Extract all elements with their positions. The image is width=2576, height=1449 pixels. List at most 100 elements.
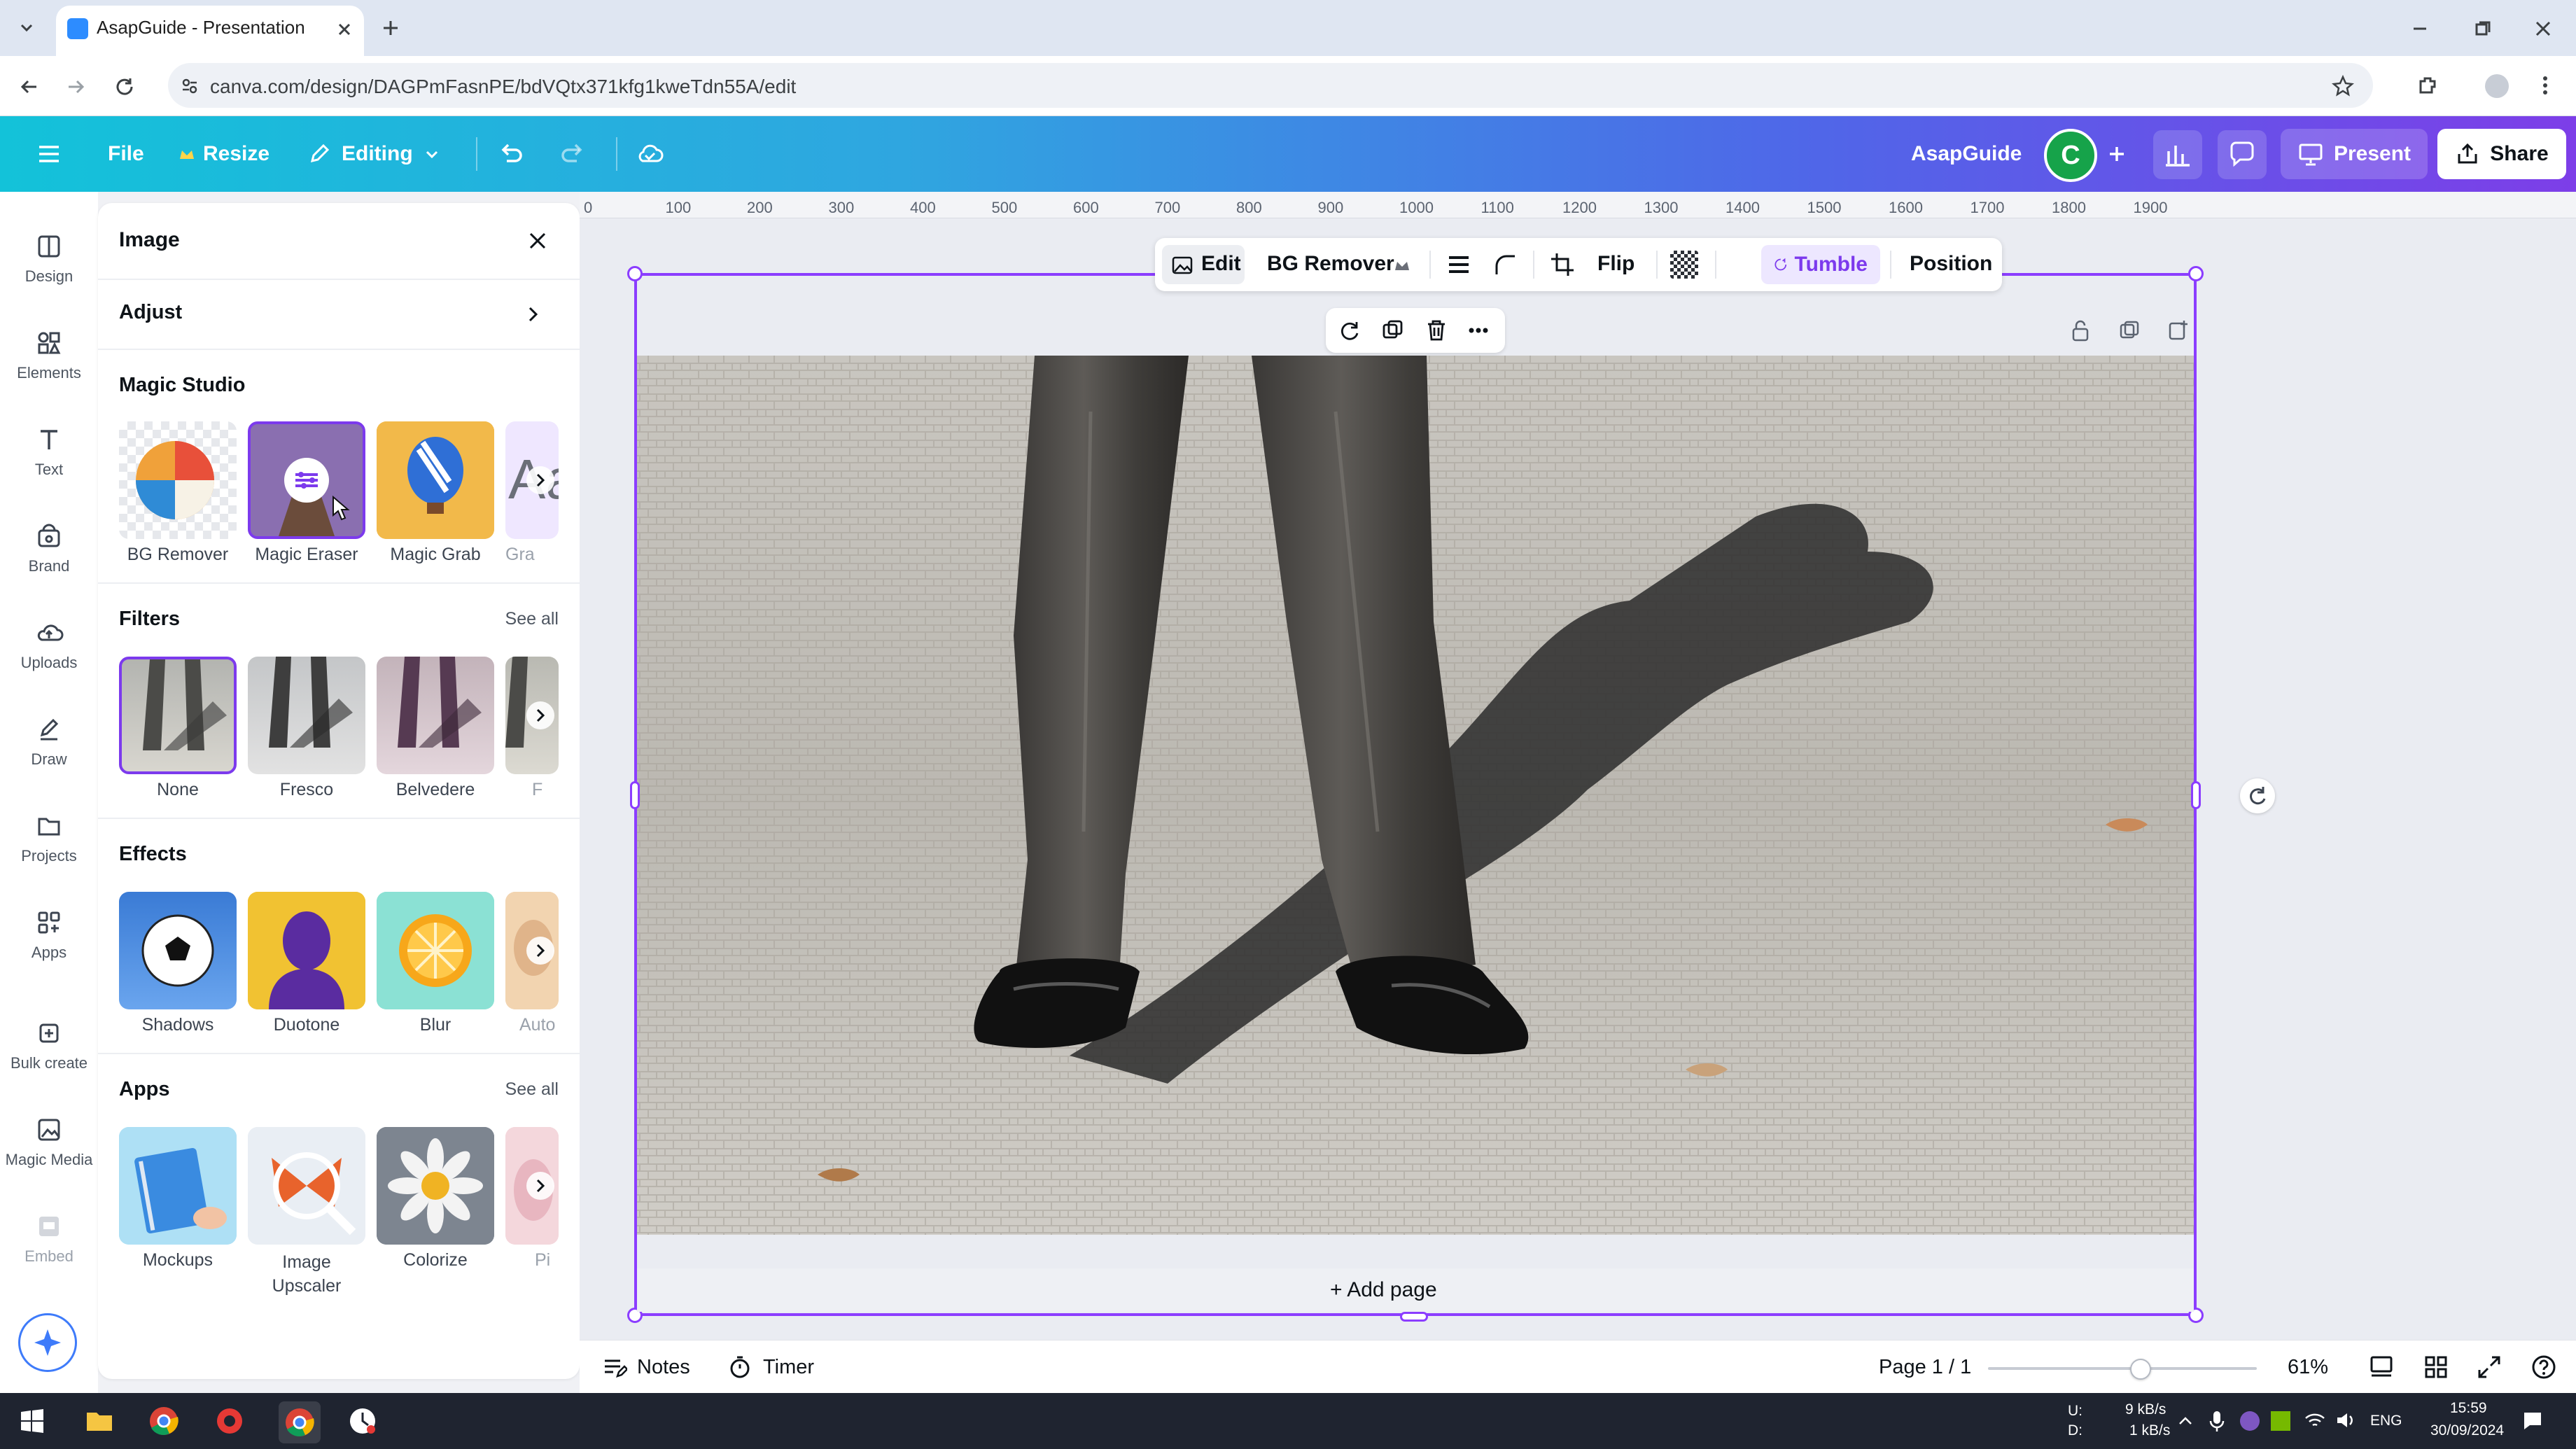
corner-rounding-icon[interactable] [1491, 251, 1519, 279]
tab-close-icon[interactable] [335, 20, 354, 39]
profile-icon[interactable] [2485, 74, 2509, 98]
effect-blur-tile[interactable] [377, 892, 494, 1009]
trash-icon[interactable] [1424, 318, 1449, 343]
rail-item-design[interactable]: Design [0, 217, 98, 301]
add-collaborator-icon[interactable] [2100, 137, 2134, 171]
tray-app-icon[interactable] [2240, 1411, 2260, 1431]
app-colorize-tile[interactable] [377, 1127, 494, 1245]
file-menu-button[interactable]: File [108, 134, 144, 174]
filter-belvedere-tile[interactable] [377, 657, 494, 774]
resize-handle-bottom[interactable] [1400, 1312, 1428, 1322]
adjust-row[interactable]: Adjust [98, 280, 580, 349]
page-view-icon[interactable] [2367, 1353, 2395, 1381]
grid-view-icon[interactable] [2422, 1353, 2450, 1381]
chrome-active-icon[interactable] [279, 1401, 321, 1443]
rail-item-elements[interactable]: Elements [0, 314, 98, 398]
rail-item-magic-media[interactable]: Magic Media [0, 1100, 98, 1184]
border-style-icon[interactable] [1445, 251, 1473, 279]
crop-icon[interactable] [1548, 251, 1576, 279]
notifications-icon[interactable] [2520, 1408, 2545, 1434]
browser-menu-icon[interactable] [2538, 71, 2552, 99]
edit-image-button[interactable]: Edit [1162, 245, 1245, 284]
filter-fresco-tile[interactable] [248, 657, 365, 774]
comments-button[interactable] [2218, 130, 2267, 179]
magic-grab-tile[interactable] [377, 421, 494, 539]
forward-icon[interactable] [62, 73, 90, 101]
page-lock-icon[interactable] [2068, 318, 2093, 343]
resize-handle-top-right[interactable] [2188, 266, 2204, 281]
address-field[interactable]: canva.com/design/DAGPmFasnPE/bdVQtx371kf… [168, 63, 2373, 108]
add-page-button[interactable]: + Add page [1330, 1278, 1437, 1302]
tray-nvidia-icon[interactable] [2271, 1411, 2290, 1431]
user-avatar[interactable]: C [2044, 129, 2097, 182]
magic-assistant-button[interactable] [18, 1313, 77, 1372]
notes-button[interactable]: Notes [601, 1353, 690, 1381]
cloud-saved-icon[interactable] [633, 137, 666, 171]
help-icon[interactable] [2530, 1353, 2558, 1381]
bg-remover-tile[interactable] [119, 421, 237, 539]
main-menu-icon[interactable] [32, 137, 66, 171]
duplicate-icon[interactable] [1380, 318, 1406, 343]
rail-item-brand[interactable]: Brand [0, 507, 98, 591]
insights-button[interactable] [2153, 130, 2202, 179]
rotate-handle-icon[interactable] [2240, 778, 2275, 813]
reload-icon[interactable] [111, 73, 139, 101]
recorder-icon[interactable] [214, 1406, 245, 1436]
effects-next-icon[interactable] [526, 937, 554, 965]
filters-next-icon[interactable] [526, 701, 554, 729]
apps-see-all-link[interactable]: See all [505, 1079, 559, 1100]
apps-next-icon[interactable] [526, 1172, 554, 1200]
new-tab-icon[interactable] [378, 15, 403, 41]
windows-start-icon[interactable] [18, 1407, 46, 1435]
rail-item-text[interactable]: Text [0, 410, 98, 494]
rail-item-embed[interactable]: Embed [0, 1197, 98, 1281]
volume-icon[interactable] [2334, 1408, 2358, 1432]
zoom-slider-knob[interactable] [2129, 1359, 2151, 1380]
bookmark-star-icon[interactable] [2331, 74, 2355, 98]
language-indicator[interactable]: ENG [2370, 1413, 2402, 1429]
clock-time[interactable]: 15:59 [2450, 1400, 2487, 1417]
app-mockups-tile[interactable] [119, 1127, 237, 1245]
editing-mode-button[interactable]: Editing [307, 134, 441, 174]
resize-button[interactable]: Resize [178, 134, 270, 174]
microphone-icon[interactable] [2206, 1408, 2227, 1434]
filters-see-all-link[interactable]: See all [505, 609, 559, 629]
page-add-icon[interactable] [2166, 318, 2191, 343]
transparency-icon[interactable] [1670, 251, 1698, 279]
page-indicator[interactable]: Page 1 / 1 [1879, 1356, 1971, 1379]
effect-shadows-tile[interactable] [119, 892, 237, 1009]
site-info-icon[interactable] [179, 76, 200, 97]
fullscreen-icon[interactable] [2475, 1353, 2503, 1381]
minimize-window-icon[interactable] [2408, 17, 2432, 41]
rail-item-apps[interactable]: Apps [0, 893, 98, 977]
zoom-slider-track[interactable] [1988, 1367, 2257, 1370]
rail-item-uploads[interactable]: Uploads [0, 603, 98, 687]
present-button[interactable]: Present [2281, 129, 2428, 179]
bg-remover-button[interactable]: BG Remover [1267, 252, 1394, 276]
file-explorer-icon[interactable] [84, 1406, 115, 1436]
extensions-icon[interactable] [2414, 71, 2442, 99]
rotate-refresh-icon[interactable] [1337, 318, 1362, 343]
page-selection-frame[interactable] [634, 273, 2197, 1316]
filter-none-tile[interactable] [119, 657, 237, 774]
app-image-upscaler-tile[interactable] [248, 1127, 365, 1245]
browser-tab-active[interactable]: AsapGuide - Presentation [56, 6, 364, 56]
chrome-icon[interactable] [148, 1406, 179, 1436]
tab-search-icon[interactable] [15, 17, 38, 39]
rail-item-draw[interactable]: Draw [0, 700, 98, 784]
page-duplicate-icon[interactable] [2117, 318, 2142, 343]
resize-handle-right[interactable] [2191, 781, 2201, 809]
clock-app-icon[interactable] [347, 1406, 378, 1436]
rail-item-projects[interactable]: Projects [0, 797, 98, 881]
restore-window-icon[interactable] [2471, 17, 2495, 41]
zoom-percentage[interactable]: 61% [2288, 1356, 2328, 1379]
close-panel-icon[interactable] [524, 227, 552, 255]
flip-button[interactable]: Flip [1597, 252, 1634, 276]
rail-item-bulk-create[interactable]: Bulk create [0, 1004, 98, 1088]
more-options-icon[interactable] [1466, 318, 1491, 343]
effect-duotone-tile[interactable] [248, 892, 365, 1009]
chevron-up-icon[interactable] [2176, 1411, 2195, 1431]
resize-handle-top-left[interactable] [627, 266, 643, 281]
close-window-icon[interactable] [2531, 17, 2555, 41]
position-button[interactable]: Position [1910, 252, 1992, 276]
